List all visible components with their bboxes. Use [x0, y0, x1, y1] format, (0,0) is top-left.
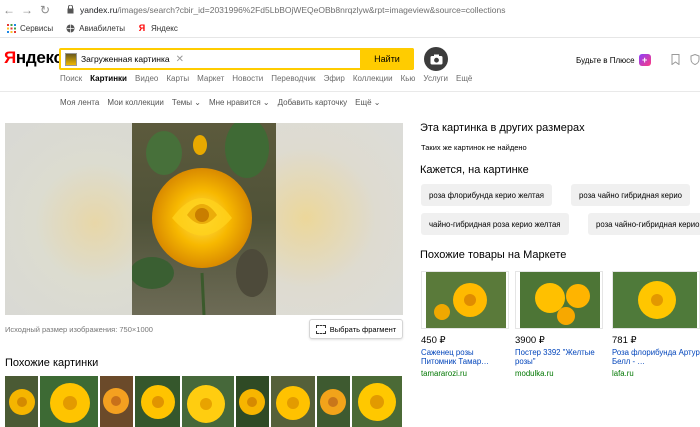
close-icon[interactable]: ✕ — [176, 54, 184, 65]
product-price: 3900 ₽ — [515, 335, 545, 346]
apps-grid-icon — [6, 23, 16, 33]
bookmark-label: Сервисы — [20, 23, 54, 33]
similar-image[interactable] — [135, 376, 180, 427]
product-card[interactable]: 3900 ₽ Постер 3392 "Желтые розы" modulka… — [515, 271, 603, 378]
product-image[interactable] — [515, 271, 603, 329]
bookmark-label: Авиабилеты — [79, 23, 125, 33]
tab-search[interactable]: Поиск — [60, 74, 82, 88]
tab-collections[interactable]: Коллекции — [353, 74, 393, 88]
tag-button[interactable]: роза чайно гибридная керио — [571, 184, 691, 206]
collections-subnav: Моя лента Мои коллекции Темы ⌄ Мне нрави… — [60, 98, 388, 110]
other-sizes-title: Эта картинка в других размерах — [420, 122, 585, 134]
divider — [0, 91, 700, 92]
search-button[interactable]: Найти — [360, 48, 414, 70]
tab-maps[interactable]: Карты — [166, 74, 189, 88]
product-name-link[interactable]: Саженец розы Питомник Тамар… — [421, 348, 509, 366]
similar-image[interactable] — [40, 376, 98, 427]
uploaded-image-chip[interactable]: Загруженная картинка ✕ — [63, 50, 188, 68]
url-host: yandex.ru — [80, 4, 118, 15]
subnav-add-card[interactable]: Добавить карточку — [278, 98, 348, 110]
reload-icon[interactable]: ↻ — [36, 0, 54, 19]
similar-image[interactable] — [317, 376, 350, 427]
bookmarks-bar: Сервисы Авиабилеты Я Яндекс — [0, 19, 700, 38]
product-name-link[interactable]: Роза флорибунда Артур Белл - … — [612, 348, 700, 366]
back-arrow-icon[interactable]: ← — [0, 0, 18, 19]
similar-images-strip — [5, 376, 404, 427]
bookmark-aviabilety[interactable]: Авиабилеты — [65, 23, 125, 33]
page: ← → ↻ yandex.ru/images/search?cbir_id=20… — [0, 0, 700, 427]
product-card[interactable]: 781 ₽ Роза флорибунда Артур Белл - … laf… — [612, 271, 700, 378]
product-shop-link[interactable]: tamararozi.ru — [421, 369, 509, 378]
product-shop-link[interactable]: modulka.ru — [515, 369, 603, 378]
other-sizes-empty: Таких же картинок не найдено — [421, 143, 527, 152]
yandex-icon: Я — [138, 23, 146, 33]
tab-images[interactable]: Картинки — [90, 74, 127, 88]
header: Яндекс Загруженная картинка ✕ Найти Будь… — [0, 38, 700, 74]
crop-icon — [315, 324, 326, 334]
lock-icon[interactable] — [64, 0, 76, 19]
rose-image[interactable] — [132, 123, 276, 315]
select-fragment-button[interactable]: Выбрать фрагмент — [309, 319, 403, 339]
product-price: 781 ₽ — [612, 335, 637, 346]
main-image-area[interactable] — [5, 123, 403, 315]
tab-market[interactable]: Маркет — [197, 74, 224, 88]
similar-image[interactable] — [182, 376, 234, 427]
product-image[interactable] — [421, 271, 509, 329]
tag-button[interactable]: чайно-гибридная роза керио желтая — [421, 213, 569, 235]
similar-image[interactable] — [352, 376, 402, 427]
product-name-link[interactable]: Постер 3392 "Желтые розы" — [515, 348, 603, 366]
tab-news[interactable]: Новости — [232, 74, 263, 88]
subnav-likes[interactable]: Мне нравится ⌄ — [209, 98, 270, 110]
tag-button[interactable]: роза чайно-гибридная керио — [588, 213, 700, 235]
product-shop-link[interactable]: lafa.ru — [612, 369, 700, 378]
tab-efir[interactable]: Эфир — [324, 74, 345, 88]
original-size-caption: Исходный размер изображения: 750×1000 — [5, 325, 153, 334]
similar-images-title: Похожие картинки — [5, 357, 99, 369]
tab-video[interactable]: Видео — [135, 74, 158, 88]
forward-arrow-icon[interactable]: → — [18, 0, 36, 19]
browser-address-bar: ← → ↻ yandex.ru/images/search?cbir_id=20… — [0, 0, 700, 19]
bookmark-label: Яндекс — [150, 23, 178, 33]
tab-services[interactable]: Услуги — [423, 74, 448, 88]
services-nav: Поиск Картинки Видео Карты Маркет Новост… — [60, 74, 480, 88]
plus-label: Будьте в Плюсе — [576, 55, 635, 65]
image-blur-left — [5, 123, 132, 315]
similar-image[interactable] — [100, 376, 133, 427]
tab-translate[interactable]: Переводчик — [271, 74, 315, 88]
seems-title: Кажется, на картинке — [420, 164, 529, 176]
tab-more[interactable]: Ещё — [456, 74, 472, 88]
market-title: Похожие товары на Маркете — [420, 249, 567, 261]
url-field[interactable]: yandex.ru/images/search?cbir_id=2031996%… — [80, 5, 505, 15]
subnav-my-collections[interactable]: Мои коллекции — [107, 98, 164, 110]
bookmark-yandex[interactable]: Я Яндекс — [137, 23, 178, 33]
product-image[interactable] — [612, 271, 700, 329]
bookmark-services[interactable]: Сервисы — [6, 23, 53, 33]
chip-label: Загруженная картинка — [81, 54, 170, 64]
search-box[interactable]: Загруженная картинка ✕ Найти — [59, 48, 414, 70]
product-price: 450 ₽ — [421, 335, 446, 346]
logo-text: ндекс — [15, 48, 63, 67]
tab-q[interactable]: Кью — [401, 74, 416, 88]
subnav-more[interactable]: Ещё ⌄ — [355, 98, 380, 110]
similar-image[interactable] — [5, 376, 38, 427]
similar-image[interactable] — [236, 376, 269, 427]
camera-icon[interactable] — [424, 47, 448, 71]
logo-letter: Я — [4, 48, 16, 67]
similar-image[interactable] — [271, 376, 315, 427]
subnav-topics[interactable]: Темы ⌄ — [172, 98, 201, 110]
globe-icon — [65, 23, 75, 33]
fragment-label: Выбрать фрагмент — [329, 324, 397, 334]
uploaded-image-thumb — [65, 52, 77, 66]
plus-promo[interactable]: Будьте в Плюсе + — [576, 54, 651, 66]
subnav-my-feed[interactable]: Моя лента — [60, 98, 99, 110]
image-blur-right — [276, 123, 403, 315]
url-path: /images/search?cbir_id=2031996%2Fd5LbBOj… — [117, 4, 506, 15]
product-card[interactable]: 450 ₽ Саженец розы Питомник Тамар… tamar… — [421, 271, 509, 378]
yandex-logo[interactable]: Яндекс — [4, 48, 63, 68]
plus-icon: + — [638, 54, 651, 66]
tag-button[interactable]: роза флорибунда керио желтая — [421, 184, 553, 206]
shield-icon[interactable] — [688, 52, 700, 66]
bookmark-icon[interactable] — [668, 52, 682, 66]
